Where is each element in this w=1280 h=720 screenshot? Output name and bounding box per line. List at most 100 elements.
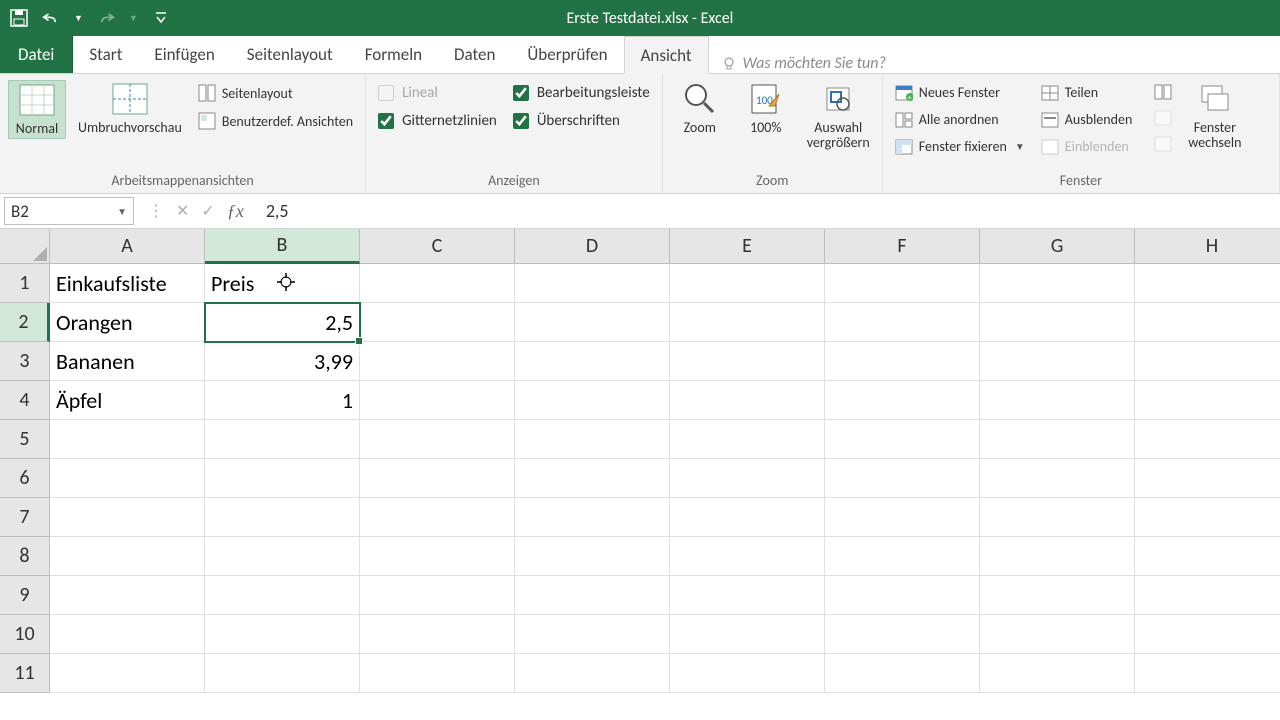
cell-G11[interactable]	[980, 654, 1135, 693]
cell-E5[interactable]	[670, 420, 825, 459]
undo-dropdown-icon[interactable]: ▼	[74, 13, 83, 24]
cell-F7[interactable]	[825, 498, 980, 537]
view-normal-button[interactable]: Normal	[8, 80, 66, 139]
row-header-3[interactable]: 3	[0, 342, 50, 381]
cell-B5[interactable]	[205, 420, 360, 459]
cell-F6[interactable]	[825, 459, 980, 498]
row-header-9[interactable]: 9	[0, 576, 50, 615]
cell-D9[interactable]	[515, 576, 670, 615]
cell-C9[interactable]	[360, 576, 515, 615]
cell-E10[interactable]	[670, 615, 825, 654]
cell-C10[interactable]	[360, 615, 515, 654]
cell-G10[interactable]	[980, 615, 1135, 654]
cell-B1[interactable]: Preis	[205, 264, 360, 303]
cell-A5[interactable]	[50, 420, 205, 459]
cell-F11[interactable]	[825, 654, 980, 693]
cell-C1[interactable]	[360, 264, 515, 303]
cell-A7[interactable]	[50, 498, 205, 537]
row-header-5[interactable]: 5	[0, 420, 50, 459]
split-button[interactable]: Teilen	[1037, 82, 1137, 103]
name-box[interactable]: B2 ▼	[4, 197, 134, 225]
col-header-C[interactable]: C	[360, 229, 515, 264]
tab-formeln[interactable]: Formeln	[349, 35, 438, 73]
cell-C11[interactable]	[360, 654, 515, 693]
cell-B3[interactable]: 3,99	[205, 342, 360, 381]
cell-area[interactable]: Einkaufsliste Preis Orangen 2,5 Bananen …	[50, 264, 1280, 693]
cell-H3[interactable]	[1135, 342, 1280, 381]
save-icon[interactable]	[10, 9, 28, 27]
tab-seitenlayout[interactable]: Seitenlayout	[231, 35, 349, 73]
row-header-10[interactable]: 10	[0, 615, 50, 654]
cell-B11[interactable]	[205, 654, 360, 693]
cell-G2[interactable]	[980, 303, 1135, 342]
cell-C6[interactable]	[360, 459, 515, 498]
column-headers[interactable]: A B C D E F G H	[50, 229, 1280, 264]
cell-B4[interactable]: 1	[205, 381, 360, 420]
chevron-down-icon[interactable]: ▼	[117, 205, 127, 218]
cell-C7[interactable]	[360, 498, 515, 537]
row-header-2[interactable]: 2	[0, 303, 50, 342]
col-header-G[interactable]: G	[980, 229, 1135, 264]
view-pagelayout-button[interactable]: Seitenlayout	[194, 82, 357, 104]
cell-B7[interactable]	[205, 498, 360, 537]
qat-customize-icon[interactable]	[152, 9, 170, 27]
cell-H4[interactable]	[1135, 381, 1280, 420]
cell-H10[interactable]	[1135, 615, 1280, 654]
spreadsheet-grid[interactable]: A B C D E F G H 1 2 3 4 5 6 7 8 9 10 11 …	[0, 229, 1280, 720]
arrange-all-button[interactable]: Alle anordnen	[891, 109, 1029, 130]
cell-D2[interactable]	[515, 303, 670, 342]
cell-B8[interactable]	[205, 537, 360, 576]
cell-A11[interactable]	[50, 654, 205, 693]
cell-H6[interactable]	[1135, 459, 1280, 498]
cell-E11[interactable]	[670, 654, 825, 693]
cell-E1[interactable]	[670, 264, 825, 303]
cell-F8[interactable]	[825, 537, 980, 576]
row-header-6[interactable]: 6	[0, 459, 50, 498]
cell-A1[interactable]: Einkaufsliste	[50, 264, 205, 303]
cell-H2[interactable]	[1135, 303, 1280, 342]
fx-icon[interactable]: ƒx	[227, 201, 244, 222]
chk-gridlines[interactable]: Gitternetzlinien	[374, 110, 501, 132]
col-header-B[interactable]: B	[205, 229, 360, 264]
tell-me-search[interactable]: Was möchten Sie tun?	[709, 54, 898, 73]
cell-F10[interactable]	[825, 615, 980, 654]
cell-E3[interactable]	[670, 342, 825, 381]
row-header-8[interactable]: 8	[0, 537, 50, 576]
cell-E8[interactable]	[670, 537, 825, 576]
select-all-corner[interactable]	[0, 229, 50, 264]
cell-G1[interactable]	[980, 264, 1135, 303]
view-custom-button[interactable]: Benutzerdef. Ansichten	[194, 110, 357, 132]
cell-C2[interactable]	[360, 303, 515, 342]
cell-G3[interactable]	[980, 342, 1135, 381]
zoom-100-button[interactable]: 100 100%	[737, 80, 795, 137]
col-header-E[interactable]: E	[670, 229, 825, 264]
cell-E7[interactable]	[670, 498, 825, 537]
col-header-A[interactable]: A	[50, 229, 205, 264]
cell-F2[interactable]	[825, 303, 980, 342]
hide-button[interactable]: Ausblenden	[1037, 109, 1137, 130]
fill-handle[interactable]	[355, 337, 363, 345]
col-header-H[interactable]: H	[1135, 229, 1280, 264]
cell-G6[interactable]	[980, 459, 1135, 498]
row-header-7[interactable]: 7	[0, 498, 50, 537]
cell-D1[interactable]	[515, 264, 670, 303]
cell-D6[interactable]	[515, 459, 670, 498]
undo-icon[interactable]	[42, 9, 60, 27]
tab-file[interactable]: Datei	[0, 35, 73, 73]
freeze-panes-button[interactable]: Fenster fixieren ▼	[891, 136, 1029, 157]
cell-D10[interactable]	[515, 615, 670, 654]
tab-daten[interactable]: Daten	[438, 35, 511, 73]
cell-G8[interactable]	[980, 537, 1135, 576]
cell-H11[interactable]	[1135, 654, 1280, 693]
cell-D4[interactable]	[515, 381, 670, 420]
cell-D7[interactable]	[515, 498, 670, 537]
cell-C4[interactable]	[360, 381, 515, 420]
cell-B9[interactable]	[205, 576, 360, 615]
cell-C3[interactable]	[360, 342, 515, 381]
row-header-1[interactable]: 1	[0, 264, 50, 303]
cell-A4[interactable]: Äpfel	[50, 381, 205, 420]
formula-input[interactable]	[258, 197, 1280, 225]
cell-D3[interactable]	[515, 342, 670, 381]
cell-G5[interactable]	[980, 420, 1135, 459]
view-pagebreak-button[interactable]: Umbruchvorschau	[74, 80, 186, 137]
